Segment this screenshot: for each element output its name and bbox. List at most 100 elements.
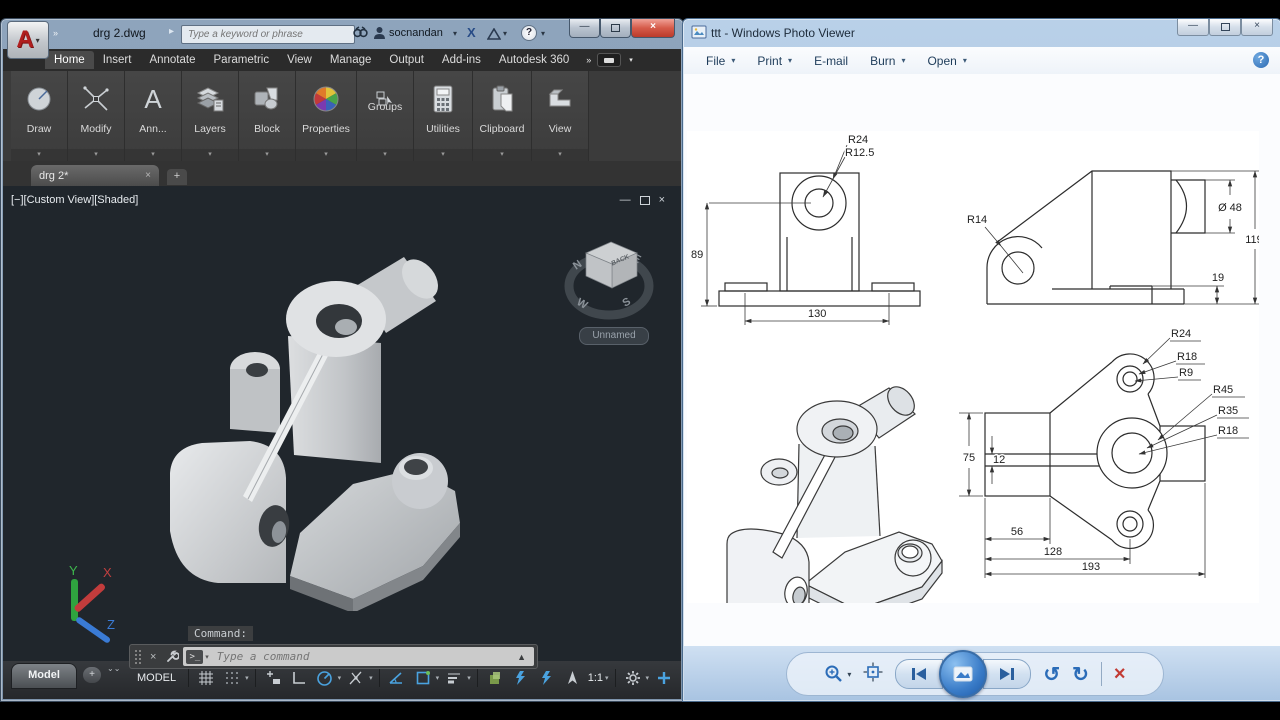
previous-button[interactable] <box>895 659 943 689</box>
user-icon[interactable] <box>373 26 386 45</box>
command-wrench-icon[interactable] <box>165 650 179 664</box>
panel-expand-icon[interactable]: ▾ <box>296 149 356 161</box>
close-button[interactable]: × <box>631 19 675 38</box>
object-snap-tracking-icon[interactable] <box>345 667 367 689</box>
chevron-down-icon[interactable]: ▾ <box>453 29 457 38</box>
model-tab[interactable]: Model <box>11 663 77 689</box>
pv-minimize-button[interactable]: — <box>1177 19 1209 36</box>
menu-email[interactable]: E-mail <box>814 54 848 68</box>
panel-expand-icon[interactable]: ▾ <box>68 149 124 161</box>
autoscale-icon[interactable] <box>536 667 558 689</box>
pv-help-icon[interactable]: ? <box>1253 52 1269 68</box>
new-tab-button[interactable]: + <box>167 169 187 185</box>
exchange-apps-icon[interactable]: X <box>467 25 476 40</box>
tab-output[interactable]: Output <box>380 51 433 69</box>
viewport-restore-icon[interactable] <box>640 196 650 205</box>
help-icon[interactable]: ? <box>521 25 537 41</box>
panel-expand-icon[interactable]: ▾ <box>11 149 67 161</box>
minimize-button[interactable]: — <box>569 19 600 38</box>
layout-chevrons-icon[interactable]: ⌄⌄ <box>107 665 120 673</box>
chevron-down-icon[interactable]: ▾ <box>646 674 650 682</box>
command-grip-handle[interactable] <box>134 649 142 664</box>
panel-draw[interactable]: Draw ▾ <box>11 71 68 161</box>
next-button[interactable] <box>983 659 1031 689</box>
pv-close-button[interactable]: × <box>1241 19 1273 36</box>
new-layout-button[interactable]: + <box>83 667 101 683</box>
panel-expand-icon[interactable]: ▾ <box>473 149 531 161</box>
command-input[interactable] <box>215 649 517 664</box>
quick-access-expand-icon[interactable]: » <box>53 28 57 38</box>
file-tab-drg2[interactable]: drg 2* × <box>31 165 159 186</box>
panel-groups[interactable]: Groups ▾ <box>357 71 414 161</box>
lineweight-icon[interactable] <box>443 667 465 689</box>
panel-layers[interactable]: Layers ▾ <box>182 71 239 161</box>
ribbon-overflow-icon[interactable]: » <box>586 55 591 65</box>
pv-restore-button[interactable] <box>1209 19 1241 36</box>
search-input[interactable] <box>181 25 355 44</box>
tab-parametric[interactable]: Parametric <box>205 51 279 69</box>
panel-expand-icon[interactable]: ▾ <box>125 149 181 161</box>
chevron-down-icon[interactable]: ▾ <box>369 674 373 682</box>
chevron-down-icon[interactable]: ▾ <box>205 653 209 661</box>
dynamic-input-icon[interactable] <box>412 667 434 689</box>
command-line[interactable]: × >_ ▾ ▲ <box>129 644 538 669</box>
chevron-down-icon[interactable]: ▾ <box>338 674 342 682</box>
model-viewport[interactable]: [−][Custom View][Shaded] — × <box>3 186 681 661</box>
viewcube[interactable]: N E S W BACK <box>559 234 671 334</box>
panel-expand-icon[interactable]: ▾ <box>357 149 413 161</box>
tab-close-icon[interactable]: × <box>145 170 151 181</box>
menu-print[interactable]: Print▾ <box>757 54 792 68</box>
annotation-angle-icon[interactable] <box>386 667 408 689</box>
search-expand-icon[interactable]: ▸ <box>169 26 174 37</box>
chevron-down-icon[interactable]: ▾ <box>467 674 471 682</box>
model-space-toggle[interactable]: MODEL <box>131 668 182 688</box>
chevron-down-icon[interactable]: ▾ <box>541 29 545 38</box>
tab-annotate[interactable]: Annotate <box>140 51 204 69</box>
command-input-area[interactable]: >_ ▾ ▲ <box>183 647 534 666</box>
viewport-controls-label[interactable]: [−][Custom View][Shaded] <box>11 194 138 206</box>
tab-insert[interactable]: Insert <box>94 51 141 69</box>
tab-home[interactable]: Home <box>45 51 94 69</box>
ortho-mode-icon[interactable] <box>288 667 310 689</box>
tab-view[interactable]: View <box>278 51 321 69</box>
panel-expand-icon[interactable]: ▾ <box>182 149 238 161</box>
panel-utilities[interactable]: Utilities ▾ <box>414 71 473 161</box>
panel-properties[interactable]: Properties ▾ <box>296 71 357 161</box>
menu-file[interactable]: File▾ <box>706 54 735 68</box>
play-slideshow-button[interactable] <box>939 650 987 698</box>
chevron-down-icon[interactable]: ▾ <box>245 674 249 682</box>
polar-tracking-icon[interactable] <box>314 667 336 689</box>
menu-open[interactable]: Open▾ <box>927 54 966 68</box>
command-close-icon[interactable]: × <box>150 651 156 663</box>
panel-expand-icon[interactable]: ▾ <box>414 149 472 161</box>
autodesk360-icon[interactable] <box>487 27 501 45</box>
panel-block[interactable]: Block ▾ <box>239 71 296 161</box>
viewport-close-icon[interactable]: × <box>659 194 665 206</box>
viewport-window-controls[interactable]: — × <box>620 194 665 206</box>
chevron-down-icon[interactable]: ▾ <box>436 674 440 682</box>
signed-in-username[interactable]: socnandan <box>389 27 443 39</box>
autocad-app-button[interactable]: A ▾ <box>7 21 49 59</box>
add-status-icon[interactable] <box>653 667 675 689</box>
rotate-cw-button[interactable]: ↻ <box>1072 662 1089 687</box>
panel-clipboard[interactable]: Clipboard ▾ <box>473 71 532 161</box>
command-prompt-icon[interactable]: >_ <box>186 650 203 664</box>
tab-addins[interactable]: Add-ins <box>433 51 490 69</box>
transparency-icon[interactable] <box>484 667 506 689</box>
rotate-ccw-button[interactable]: ↺ <box>1043 662 1060 687</box>
panel-expand-icon[interactable]: ▾ <box>532 149 588 161</box>
viewport-minimize-icon[interactable]: — <box>620 194 631 206</box>
command-expand-icon[interactable]: ▲ <box>517 652 526 662</box>
panel-modify[interactable]: Modify ▾ <box>68 71 125 161</box>
infer-constraints-icon[interactable] <box>262 667 284 689</box>
annotation-visibility-icon[interactable] <box>510 667 532 689</box>
menu-burn[interactable]: Burn▾ <box>870 54 905 68</box>
panel-annotation[interactable]: A Ann... ▾ <box>125 71 182 161</box>
delete-button[interactable]: × <box>1114 663 1126 686</box>
chevron-down-icon[interactable]: ▾ <box>605 674 609 682</box>
chevron-down-icon[interactable]: ▾ <box>503 29 507 38</box>
panel-view[interactable]: View ▾ <box>532 71 589 161</box>
search-binoculars-icon[interactable] <box>353 26 368 44</box>
chevron-down-icon[interactable]: ▾ <box>629 56 633 64</box>
snap-mode-icon[interactable] <box>221 667 243 689</box>
